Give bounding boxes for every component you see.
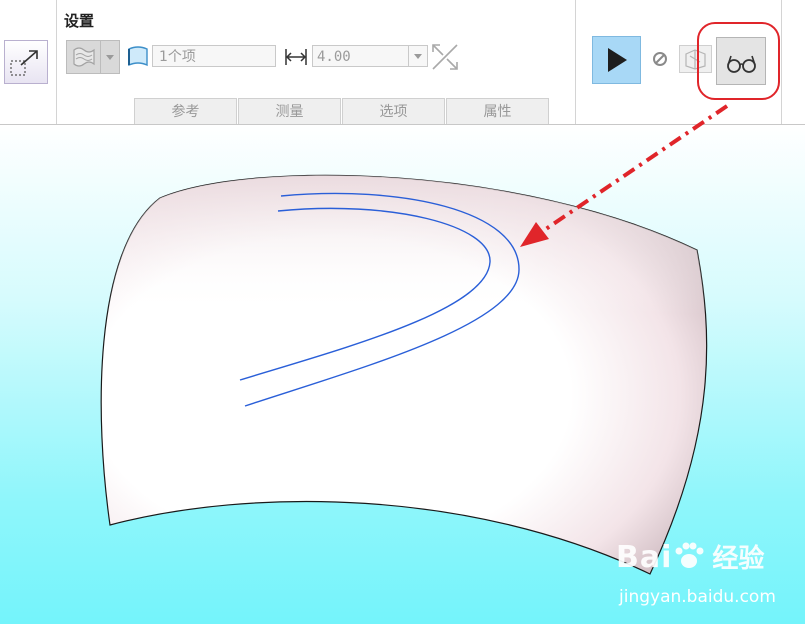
model-graphics	[100, 104, 729, 575]
surface-top-shading	[101, 175, 707, 574]
watermark-brand: Bai	[616, 540, 673, 575]
paw-icon	[675, 542, 704, 568]
highlight-ring	[697, 22, 780, 100]
watermark-url: jingyan.baidu.com	[619, 587, 776, 607]
baidu-watermark: Bai 经验	[616, 538, 764, 575]
watermark-cn: 经验	[712, 544, 765, 574]
